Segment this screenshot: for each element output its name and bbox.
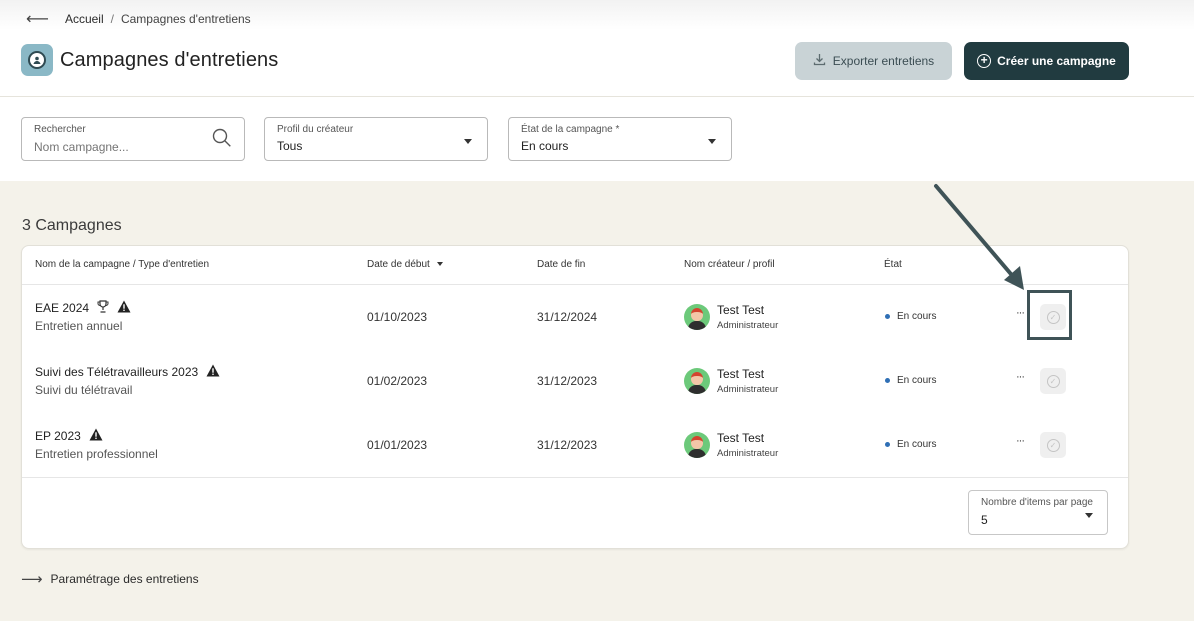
column-end-date: Date de fin <box>537 259 586 270</box>
page-header: Campagnes d'entretiens <box>21 44 278 76</box>
breadcrumb-home[interactable]: Accueil <box>65 12 104 26</box>
creator-name: Test Test <box>717 303 765 317</box>
table-footer-divider <box>22 477 1128 478</box>
interview-type: Suivi du télétravail <box>35 383 133 397</box>
annotation-highlight-box <box>1027 290 1072 340</box>
column-start-date[interactable]: Date de début <box>367 259 443 270</box>
creator-profile: Administrateur <box>717 320 779 331</box>
status-dot <box>885 442 890 447</box>
creator-profile: Administrateur <box>717 384 779 395</box>
plus-circle-icon: + <box>977 54 992 68</box>
search-field[interactable]: Rechercher <box>21 117 245 161</box>
status-dot <box>885 314 890 319</box>
campaign-name: EAE 2024 <box>35 300 131 316</box>
more-actions-button[interactable]: ··· <box>1016 435 1025 447</box>
campaign-name-text: Suivi des Télétravailleurs 2023 <box>35 365 199 379</box>
close-campaign-button[interactable]: ✓ <box>1040 432 1066 458</box>
breadcrumb-current: Campagnes d'entretiens <box>120 12 251 26</box>
creator-profile-value: Tous <box>277 139 303 153</box>
chevron-down-icon <box>1085 513 1093 518</box>
interview-settings-link[interactable]: ⟶ Paramétrage des entretiens <box>21 570 199 588</box>
avatar <box>684 304 710 330</box>
interview-type: Entretien professionnel <box>35 447 158 461</box>
status-dot <box>885 378 890 383</box>
column-name: Nom de la campagne / Type d'entretien <box>35 259 210 270</box>
creator-profile-label: Profil du créateur <box>277 124 354 135</box>
arrow-right-icon: ⟶ <box>21 571 43 588</box>
status-badge: En cours <box>897 439 937 450</box>
table-row[interactable]: EP 2023 Entretien professionnel 01/01/20… <box>22 413 1128 477</box>
campaign-name: Suivi des Télétravailleurs 2023 <box>35 364 220 380</box>
breadcrumb-separator: / <box>110 12 114 26</box>
top-bar: ⟵ Accueil / Campagnes d'entretiens Campa… <box>0 0 1194 97</box>
column-creator: Nom créateur / profil <box>684 259 775 270</box>
items-per-page-select[interactable]: Nombre d'items par page 5 <box>968 490 1108 535</box>
campaign-state-label: État de la campagne * <box>521 124 620 135</box>
create-campaign-label: Créer une campagne <box>997 54 1116 68</box>
sort-desc-icon[interactable] <box>436 262 443 267</box>
breadcrumb: ⟵ Accueil / Campagnes d'entretiens <box>26 9 251 29</box>
creator-name: Test Test <box>717 431 765 445</box>
interview-type: Entretien annuel <box>35 319 123 333</box>
more-actions-button[interactable]: ··· <box>1016 371 1025 383</box>
chat-person-icon <box>28 51 46 69</box>
page-title: Campagnes d'entretiens <box>60 48 279 71</box>
interview-app-icon <box>21 44 53 76</box>
campaign-name: EP 2023 <box>35 428 103 444</box>
filters-bar: Rechercher Profil du créateur Tous État … <box>0 97 1194 181</box>
status-badge: En cours <box>897 375 937 386</box>
items-per-page-value: 5 <box>981 513 988 527</box>
export-interviews-label: Exporter entretiens <box>832 54 935 68</box>
back-arrow-icon[interactable]: ⟵ <box>26 9 49 29</box>
creator-profile-select[interactable]: Profil du créateur Tous <box>264 117 488 161</box>
avatar <box>684 368 710 394</box>
check-circle-icon: ✓ <box>1046 374 1060 388</box>
status-badge: En cours <box>897 311 937 322</box>
table-row[interactable]: Suivi des Télétravailleurs 2023 Suivi du… <box>22 349 1128 413</box>
start-date: 01/02/2023 <box>367 374 428 388</box>
items-per-page-label: Nombre d'items par page <box>981 497 1093 508</box>
end-date: 31/12/2023 <box>537 374 598 388</box>
start-date: 01/01/2023 <box>367 438 428 452</box>
end-date: 31/12/2024 <box>537 310 598 324</box>
annotation-arrow-icon <box>934 184 1024 290</box>
start-date: 01/10/2023 <box>367 310 428 324</box>
campaign-state-select[interactable]: État de la campagne * En cours <box>508 117 732 161</box>
column-start-date-label: Date de début <box>367 259 430 270</box>
creator-profile: Administrateur <box>717 448 779 459</box>
column-state: État <box>884 259 902 270</box>
close-campaign-button[interactable]: ✓ <box>1040 368 1066 394</box>
interview-settings-label: Paramétrage des entretiens <box>50 572 199 586</box>
trophy-icon <box>97 300 109 316</box>
create-campaign-button[interactable]: + Créer une campagne <box>964 42 1129 80</box>
search-input[interactable] <box>34 140 204 154</box>
warning-icon <box>206 364 220 380</box>
campaign-name-text: EP 2023 <box>35 429 81 443</box>
campaign-name-text: EAE 2024 <box>35 301 90 315</box>
chevron-down-icon <box>464 139 472 144</box>
creator-name: Test Test <box>717 367 765 381</box>
search-icon[interactable] <box>212 128 232 148</box>
campaign-count: 3 Campagnes <box>22 217 122 234</box>
search-label: Rechercher <box>34 124 86 135</box>
end-date: 31/12/2023 <box>537 438 598 452</box>
more-actions-button[interactable]: ··· <box>1016 307 1025 319</box>
avatar <box>684 432 710 458</box>
campaign-state-value: En cours <box>521 139 569 153</box>
warning-icon <box>117 300 131 316</box>
warning-icon <box>89 428 103 444</box>
download-icon <box>813 53 826 69</box>
check-circle-icon: ✓ <box>1046 438 1060 452</box>
chevron-down-icon <box>708 139 716 144</box>
export-interviews-button[interactable]: Exporter entretiens <box>795 42 952 80</box>
